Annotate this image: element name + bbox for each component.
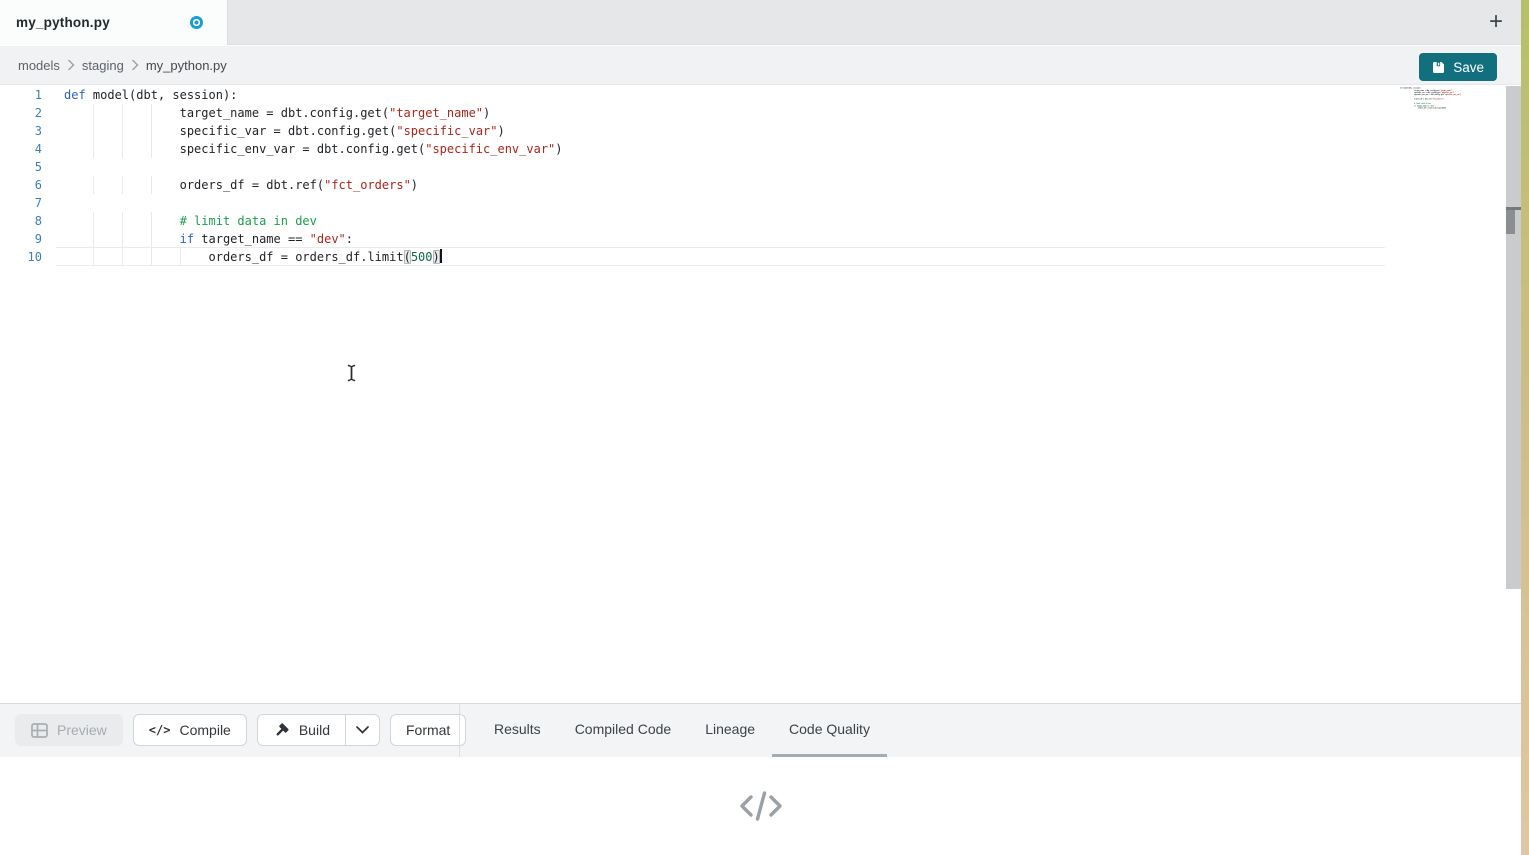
screen-edge-strip [1521,0,1529,855]
bottom-toolbar: Preview </> Compile Bui [0,703,1521,757]
line-number: 3 [0,122,42,140]
chevron-right-icon [131,59,139,71]
line-number: 2 [0,104,42,122]
preview-button-label: Preview [57,722,107,738]
format-button[interactable]: Format [390,714,466,746]
compile-button-label: Compile [179,722,230,738]
line-number: 10 [0,248,42,266]
code-placeholder-icon [738,789,784,823]
file-tab-my-python[interactable]: my_python.py [0,0,228,45]
code-lines: 1 def model(dbt, session): 2 target_name = … [0,86,1521,266]
code-text: orders_df = dbt.ref("fct_orders") [64,176,418,194]
tab-lineage[interactable]: Lineage [688,704,772,757]
code-text: def model(dbt, session): [64,86,237,104]
code-line[interactable]: 10 orders_df = orders_df.limit(500) [0,248,1385,266]
line-number: 6 [0,176,42,194]
breadcrumb-bar: models staging my_python.py Save [0,46,1521,85]
chevron-down-icon [356,726,369,734]
toolbar-divider [459,704,460,757]
line-number: 1 [0,86,42,104]
tab-compiled-code[interactable]: Compiled Code [558,704,689,757]
code-icon: </> [149,723,171,737]
build-button-label: Build [299,722,330,738]
code-line[interactable]: 4 specific_env_var = dbt.config.get("spec… [0,140,1385,158]
code-line[interactable]: 1 def model(dbt, session): [0,86,1385,104]
code-text: specific_env_var = dbt.config.get("speci… [64,140,563,158]
code-line[interactable]: 9 if target_name == "dev": [0,230,1385,248]
breadcrumb-item-file[interactable]: my_python.py [146,58,227,73]
table-icon [31,723,48,738]
code-line[interactable]: 6 orders_df = dbt.ref("fct_orders") [0,176,1385,194]
tab-bar: my_python.py + [0,0,1521,45]
code-text: # limit data in dev [64,212,317,230]
line-number: 7 [0,194,42,212]
code-editor[interactable]: 1 def model(dbt, session): 2 target_name = … [0,86,1521,703]
code-text: target_name = dbt.config.get("target_nam… [64,104,490,122]
build-dropdown-button[interactable] [345,715,379,745]
breadcrumb-item-models[interactable]: models [18,58,60,73]
code-text: if target_name == "dev": [64,230,353,248]
code-line[interactable]: 7 [0,194,1385,212]
compile-button[interactable]: </> Compile [133,714,247,746]
chevron-right-icon [67,59,75,71]
code-line[interactable]: 2 target_name = dbt.config.get("target_na… [0,104,1385,122]
line-number: 4 [0,140,42,158]
tab-results[interactable]: Results [477,704,558,757]
scrollbar-thumb[interactable] [1506,210,1515,234]
build-button[interactable]: Build [258,715,345,745]
save-button-label: Save [1453,60,1484,75]
breadcrumb: models staging my_python.py [18,46,227,84]
file-tab-title: my_python.py [16,15,110,30]
breadcrumb-item-staging[interactable]: staging [82,58,124,73]
hammer-icon [273,722,290,739]
save-button[interactable]: Save [1419,53,1497,81]
preview-button[interactable]: Preview [15,714,123,746]
build-split-button: Build [257,714,380,746]
code-text: orders_df = orders_df.limit(500) [64,248,442,266]
minimap[interactable]: def model(dbt, session):target_name = db… [1400,87,1510,133]
tab-code-quality[interactable]: Code Quality [772,704,887,757]
results-panel [0,757,1521,855]
line-number: 9 [0,230,42,248]
code-line[interactable]: 5 [0,158,1385,176]
mouse-ibeam-cursor [345,364,358,387]
line-number: 8 [0,212,42,230]
ide-window: my_python.py + models staging my_python.… [0,0,1529,855]
result-tabs: Results Compiled Code Lineage Code Quali… [477,704,887,757]
editor-scrollbar[interactable] [1506,86,1521,589]
line-number: 5 [0,158,42,176]
code-text: specific_var = dbt.config.get("specific_… [64,122,505,140]
action-buttons: Preview </> Compile Bui [15,714,466,746]
code-line[interactable]: 3 specific_var = dbt.config.get("specific… [0,122,1385,140]
minimap-content: def model(dbt, session):target_name = db… [1400,87,1503,109]
format-button-label: Format [406,722,450,738]
unsaved-changes-dot-icon [190,16,203,29]
new-tab-button[interactable]: + [1483,9,1509,35]
code-line[interactable]: 8 # limit data in dev [0,212,1385,230]
text-caret [440,249,442,263]
save-icon [1432,61,1445,74]
